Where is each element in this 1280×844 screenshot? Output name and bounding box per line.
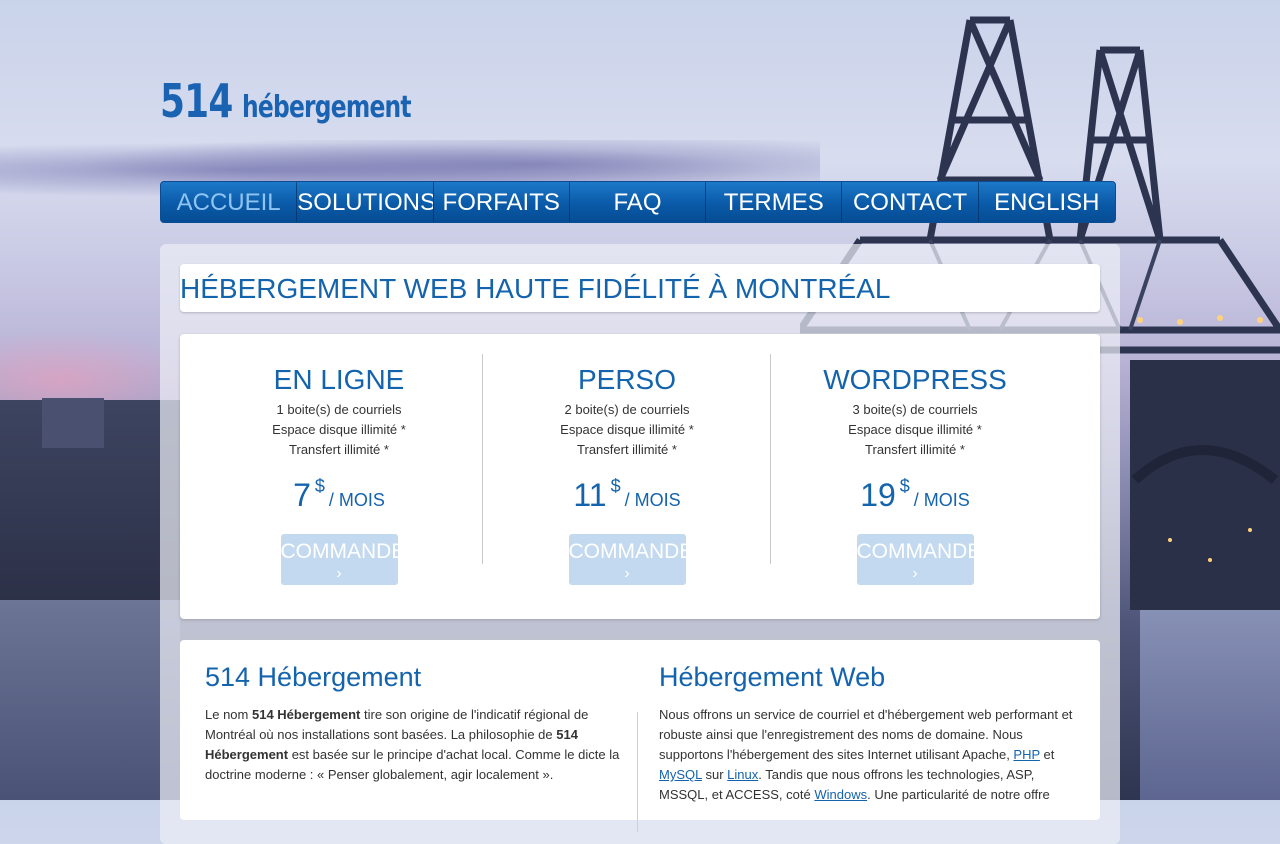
headline-box: HÉBERGEMENT WEB HAUTE FIDÉLITÉ À MONTRÉA…: [180, 264, 1100, 312]
mysql-link[interactable]: MySQL: [659, 767, 702, 782]
plan-card-perso: PERSO 2 boite(s) de courriels Espace dis…: [483, 334, 771, 619]
order-button-en-ligne[interactable]: COMMANDER ›: [280, 534, 398, 585]
info-column-about: 514 Hébergement Le nom 514 Hébergement t…: [205, 640, 625, 785]
logo-word: hébergement: [241, 90, 412, 125]
hosting-text: Nous offrons un service de courriel et d…: [659, 705, 1079, 805]
page-headline: HÉBERGEMENT WEB HAUTE FIDÉLITÉ À MONTRÉA…: [180, 273, 891, 304]
price-currency: $: [314, 476, 325, 496]
info-divider: [637, 712, 638, 832]
plan-features: 3 boite(s) de courriels Espace disque il…: [771, 400, 1059, 460]
plan-feature-email: 2 boite(s) de courriels: [564, 402, 690, 417]
plan-features: 1 boite(s) de courriels Espace disque il…: [195, 400, 483, 460]
plans-section: EN LIGNE 1 boite(s) de courriels Espace …: [180, 334, 1100, 619]
linux-link[interactable]: Linux: [727, 767, 758, 782]
price-currency: $: [610, 476, 621, 496]
nav-item-forfaits[interactable]: FORFAITS: [434, 182, 570, 222]
plan-feature-disk: Espace disque illimité *: [848, 422, 982, 437]
plan-name: PERSO: [577, 364, 677, 395]
plan-feature-transfer: Transfert illimité *: [289, 442, 389, 457]
plan-feature-disk: Espace disque illimité *: [560, 422, 694, 437]
logo-number: 514: [160, 74, 233, 128]
plan-feature-email: 1 boite(s) de courriels: [276, 402, 402, 417]
about-text-part: Le nom: [205, 707, 252, 722]
info-column-hosting: Hébergement Web Nous offrons un service …: [659, 640, 1079, 805]
price-period: / MOIS: [328, 490, 385, 510]
site-logo[interactable]: 514 hébergement: [160, 74, 458, 128]
nav-item-faq[interactable]: FAQ: [570, 182, 707, 222]
plan-price: 11 $/ MOIS: [483, 476, 771, 522]
about-text: Le nom 514 Hébergement tire son origine …: [205, 705, 625, 785]
chevron-right-icon: ›: [336, 565, 342, 582]
plan-feature-transfer: Transfert illimité *: [865, 442, 965, 457]
php-link[interactable]: PHP: [1013, 747, 1040, 762]
about-text-bold: 514 Hébergement: [251, 707, 361, 722]
price-amount: 19: [860, 477, 896, 513]
plan-feature-disk: Espace disque illimité *: [272, 422, 406, 437]
hosting-title: Hébergement Web: [659, 662, 886, 692]
plan-features: 2 boite(s) de courriels Espace disque il…: [483, 400, 771, 460]
price-period: / MOIS: [913, 490, 970, 510]
nav-item-termes[interactable]: TERMES: [706, 182, 843, 222]
price-currency: $: [899, 476, 910, 496]
main-nav: ACCUEIL SOLUTIONS FORFAITS FAQ TERMES CO…: [160, 181, 1116, 223]
order-button-label: COMMANDER: [568, 540, 686, 563]
nav-item-solutions[interactable]: SOLUTIONS: [297, 182, 434, 222]
order-button-perso[interactable]: COMMANDER ›: [568, 534, 686, 585]
plan-price: 19 $/ MOIS: [771, 476, 1059, 522]
plan-name: WORDPRESS: [823, 364, 1007, 395]
plan-name: EN LIGNE: [273, 364, 405, 395]
background-building: [42, 398, 104, 448]
chevron-right-icon: ›: [912, 565, 918, 582]
price-period: / MOIS: [624, 490, 681, 510]
price-amount: 7: [293, 477, 311, 513]
background-river-left: [0, 600, 180, 800]
about-title: 514 Hébergement: [205, 662, 422, 692]
nav-item-english[interactable]: ENGLISH: [979, 182, 1115, 222]
order-button-wordpress[interactable]: COMMANDER ›: [856, 534, 974, 585]
nav-item-contact[interactable]: CONTACT: [842, 182, 979, 222]
info-section: 514 Hébergement Le nom 514 Hébergement t…: [180, 640, 1100, 832]
plan-feature-email: 3 boite(s) de courriels: [852, 402, 978, 417]
plan-price: 7 $/ MOIS: [195, 476, 483, 522]
chevron-right-icon: ›: [624, 565, 630, 582]
order-button-label: COMMANDER: [856, 540, 974, 563]
nav-item-accueil[interactable]: ACCUEIL: [161, 182, 298, 222]
plan-card-wordpress: WORDPRESS 3 boite(s) de courriels Espace…: [771, 334, 1059, 619]
price-amount: 11: [573, 477, 607, 513]
plan-feature-transfer: Transfert illimité *: [577, 442, 677, 457]
hosting-text-part: Nous offrons un service de courriel et d…: [659, 707, 1073, 762]
hosting-text-part: sur: [701, 767, 728, 782]
order-button-label: COMMANDER: [280, 540, 398, 563]
plan-card-en-ligne: EN LIGNE 1 boite(s) de courriels Espace …: [195, 334, 483, 619]
hosting-text-part: et: [1039, 747, 1055, 762]
